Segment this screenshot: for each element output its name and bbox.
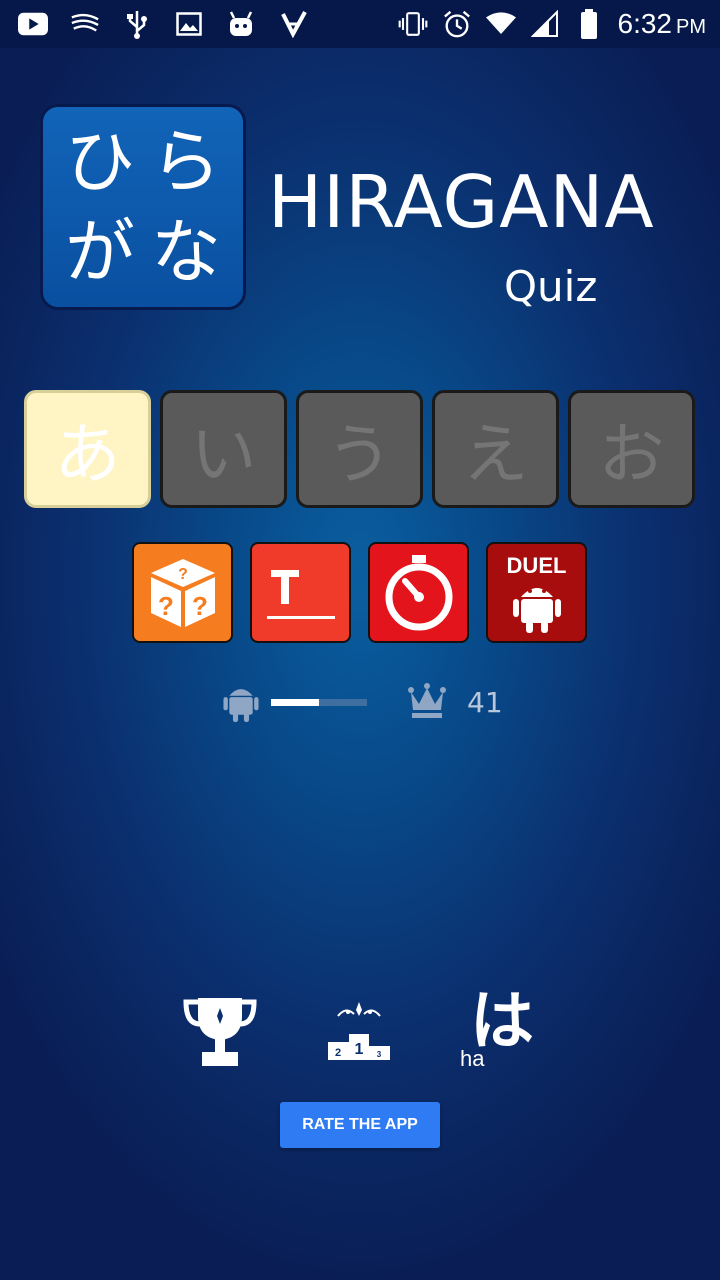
crown-icon <box>408 683 446 718</box>
kana-button-e[interactable]: え <box>432 390 559 508</box>
usb-icon <box>122 9 152 39</box>
alarm-icon <box>442 9 472 39</box>
app-logo: ひ ら が な <box>40 104 246 310</box>
kana-button-u[interactable]: う <box>296 390 423 508</box>
battery-icon <box>574 9 604 39</box>
text-mode-button[interactable] <box>250 542 351 643</box>
app-title: HIRAGANA <box>268 160 655 244</box>
svg-text:?: ? <box>178 566 188 583</box>
vibrate-icon <box>398 9 428 39</box>
svg-text:3: 3 <box>377 1050 382 1059</box>
logo-kana-hi: ひ <box>65 121 135 203</box>
duel-label: DUEL <box>506 552 567 578</box>
swiftkey-icon <box>70 9 100 39</box>
logo-kana-ra: ら <box>151 121 221 203</box>
android-debug-icon <box>226 9 256 39</box>
rate-app-button[interactable]: RATE THE APP <box>280 1102 440 1148</box>
timer-mode-button[interactable] <box>368 542 469 643</box>
svg-text:1: 1 <box>355 1041 364 1058</box>
svg-text:?: ? <box>158 591 174 621</box>
text-input-icon <box>266 569 335 619</box>
svg-text:?: ? <box>192 591 208 621</box>
image-icon <box>174 9 204 39</box>
progress-row: 41 <box>222 680 522 726</box>
android-icon <box>223 689 259 722</box>
android-robot-icon <box>512 587 561 633</box>
trophy-icon[interactable] <box>182 994 258 1068</box>
kana-button-i[interactable]: い <box>160 390 287 508</box>
status-bar: 6:32 PM <box>0 0 720 48</box>
bottom-icons: 1 2 3 は ha <box>180 990 550 1080</box>
kana-selector: あ い う え お <box>24 390 695 508</box>
high-score: 41 <box>467 686 503 719</box>
youtube-icon <box>18 9 48 39</box>
logo-kana-na: な <box>151 211 221 293</box>
kana-button-o[interactable]: お <box>568 390 695 508</box>
kana-button-a[interactable]: あ <box>24 390 151 508</box>
svg-text:2: 2 <box>335 1047 341 1059</box>
dice-question-icon: ? ? ? <box>150 558 215 627</box>
app-subtitle: Quiz <box>504 262 598 311</box>
progress-bar <box>271 699 367 706</box>
kana-chart-button[interactable]: は <box>470 990 534 1054</box>
progress-bar-fill <box>271 699 319 706</box>
signal-icon <box>530 9 560 39</box>
stopwatch-icon <box>385 554 452 630</box>
leaderboard-podium-icon[interactable]: 1 2 3 <box>326 998 392 1062</box>
logo-kana-ga: が <box>65 211 135 293</box>
game-modes: ? ? ? DUEL <box>132 542 587 643</box>
wifi-icon <box>485 9 516 39</box>
random-mode-button[interactable]: ? ? ? <box>132 542 233 643</box>
kana-chart-romaji: ha <box>460 1046 485 1071</box>
duel-mode-button[interactable]: DUEL <box>486 542 587 643</box>
clock: 6:32 PM <box>617 8 707 39</box>
tasks-icon <box>278 9 308 39</box>
